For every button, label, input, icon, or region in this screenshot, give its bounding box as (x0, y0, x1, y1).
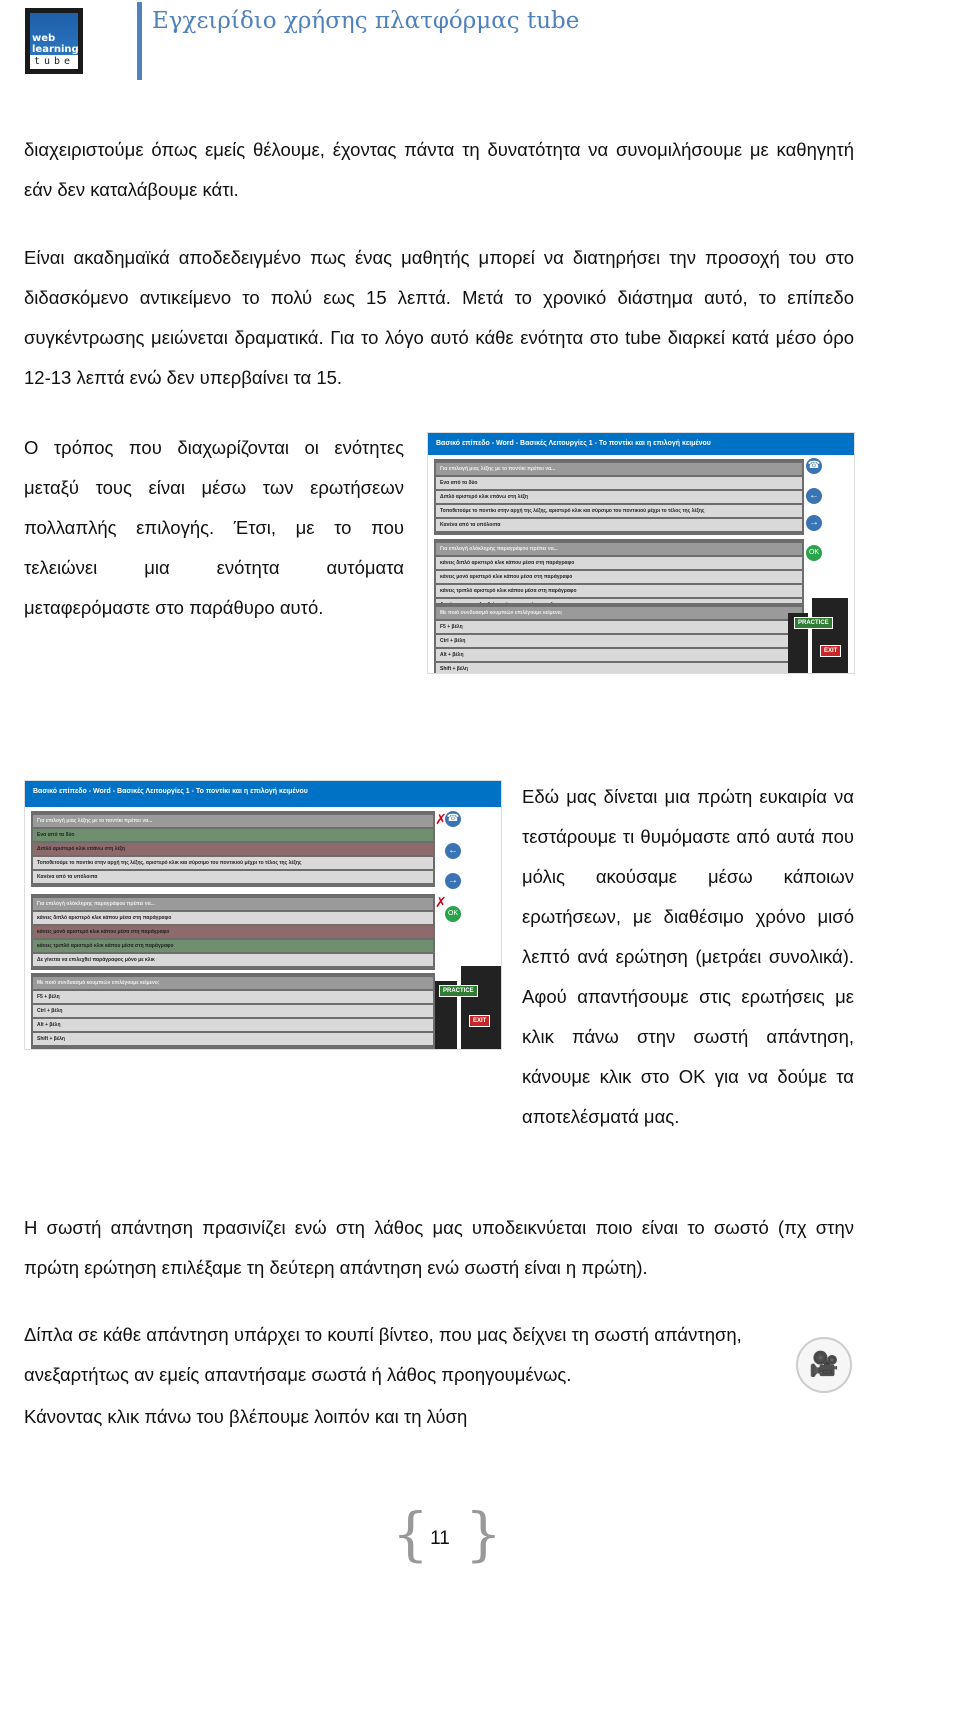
footer-right-bracket: } (465, 1500, 502, 1568)
footer-left-bracket: { (392, 1500, 429, 1568)
paragraph-2: Είναι ακαδημαϊκά αποδεδειγμένο πως ένας … (24, 247, 854, 388)
practice-sign: PRACTICE (439, 985, 478, 997)
web-learning-tube-logo: web learning tube (25, 8, 83, 74)
phone-icon: ☎ (806, 458, 822, 474)
quiz-screenshot-results: Βασικό επίπεδο - Word - Βασικές Λειτουργ… (24, 780, 502, 1050)
back-arrow-icon: ← (806, 488, 822, 504)
forward-arrow-icon: → (806, 515, 822, 531)
paragraph-3: Ο τρόπος που διαχωρίζονται οι ενότητες μ… (24, 437, 404, 618)
header-title: Εγχειρίδιο χρήσης πλατφόρμας tube (152, 8, 580, 34)
phone-icon: ☎ (445, 811, 461, 827)
practice-sign: PRACTICE (794, 617, 833, 629)
exit-sign: EXIT (820, 645, 842, 657)
ok-button: OK (806, 545, 822, 561)
paragraph-6: Δίπλα σε κάθε απάντηση υπάρχει το κουπί … (24, 1324, 742, 1385)
forward-arrow-icon: → (445, 873, 461, 889)
paragraph-1: διαχειριστούμε όπως εμείς θέλουμε, έχοντ… (24, 139, 854, 200)
paragraph-5: Η σωστή απάντηση πρασινίζει ενώ στη λάθο… (24, 1217, 854, 1278)
back-arrow-icon: ← (445, 843, 461, 859)
exit-sign: EXIT (469, 1015, 491, 1027)
ok-button: OK (445, 906, 461, 922)
quiz-screenshot-unanswered: Βασικό επίπεδο - Word - Βασικές Λειτουργ… (427, 432, 855, 674)
paragraph-4: Εδώ μας δίνεται μια πρώτη ευκαιρία να τε… (522, 786, 854, 1127)
video-button-icon: 🎥 (796, 1337, 852, 1393)
paragraph-7: Κάνοντας κλικ πάνω του βλέπουμε λοιπόν κ… (24, 1406, 468, 1427)
header-divider (137, 2, 142, 80)
page-number: 11 (430, 1528, 450, 1549)
wrong-mark-icon: ✗ (435, 894, 447, 910)
document-page: web learning tube Εγχειρίδιο χρήσης πλατ… (0, 0, 960, 1718)
